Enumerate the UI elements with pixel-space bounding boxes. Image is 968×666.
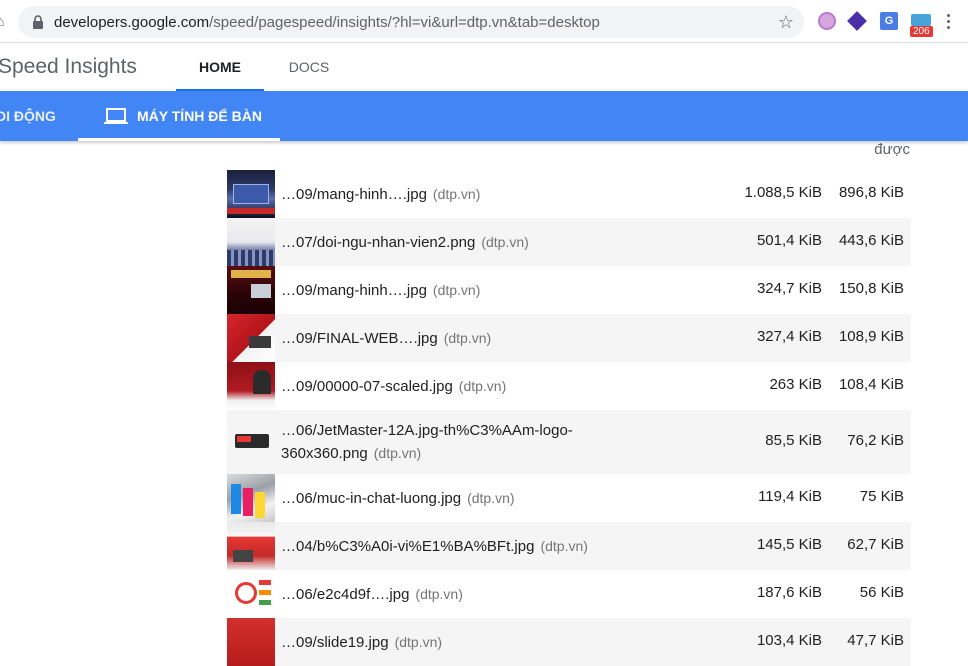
resource-url[interactable]: …06/e2c4d9f….jpg (dtp.vn) <box>281 583 463 606</box>
image-thumbnail <box>227 218 275 266</box>
resource-url[interactable]: …09/FINAL-WEB….jpg (dtp.vn) <box>281 327 491 350</box>
potential-savings: 75 KiB <box>859 488 904 505</box>
opportunity-table: …09/mang-hinh….jpg (dtp.vn) 1.088,5 KiB 8… <box>227 170 911 666</box>
resource-url[interactable]: …09/00000-07-scaled.jpg (dtp.vn) <box>281 375 506 398</box>
resource-size: 187,6 KiB <box>756 584 822 601</box>
url-text[interactable]: developers.google.com/speed/pagespeed/in… <box>54 14 600 31</box>
extension-icon-2[interactable] <box>847 11 867 31</box>
resource-url[interactable]: …06/muc-in-chat-luong.jpg (dtp.vn) <box>281 487 515 510</box>
extension-icon-1[interactable] <box>818 12 836 30</box>
resource-size: 263 KiB <box>769 376 822 393</box>
home-icon[interactable]: ⌂ <box>0 13 8 29</box>
table-row[interactable]: …09/slide19.jpg (dtp.vn) 103,4 KiB 47,7 K… <box>227 618 911 666</box>
resource-size: 103,4 KiB <box>756 632 822 649</box>
image-thumbnail <box>227 170 275 218</box>
image-thumbnail <box>227 362 275 410</box>
tab-desktop-label: MÁY TÍNH ĐỂ BÀN <box>137 108 262 124</box>
table-row[interactable]: …04/b%C3%A0i-vi%E1%BA%BFt.jpg (dtp.vn) 14… <box>227 522 911 570</box>
table-row[interactable]: …09/mang-hinh….jpg (dtp.vn) 324,7 KiB 150… <box>227 266 911 314</box>
resource-url[interactable]: …09/mang-hinh….jpg (dtp.vn) <box>281 183 480 206</box>
table-row[interactable]: …07/doi-ngu-nhan-vien2.png (dtp.vn) 501,4… <box>227 218 911 266</box>
image-thumbnail <box>227 266 275 314</box>
nav-home[interactable]: HOME <box>176 43 264 91</box>
browser-toolbar: ⌂ developers.google.com/speed/pagespeed/… <box>0 0 968 43</box>
app-header: Speed Insights HOME DOCS <box>0 43 968 91</box>
potential-savings: 896,8 KiB <box>838 184 904 201</box>
potential-savings: 47,7 KiB <box>847 632 904 649</box>
device-tab-bar: DI ĐỘNG MÁY TÍNH ĐỂ BÀN <box>0 91 968 141</box>
resource-url[interactable]: …04/b%C3%A0i-vi%E1%BA%BFt.jpg (dtp.vn) <box>281 535 588 558</box>
resource-url[interactable]: …07/doi-ngu-nhan-vien2.png (dtp.vn) <box>281 231 529 254</box>
translate-extension-icon[interactable]: G <box>880 12 898 30</box>
potential-savings: 56 KiB <box>859 584 904 601</box>
table-row[interactable]: …09/mang-hinh….jpg (dtp.vn) 1.088,5 KiB 8… <box>227 170 911 218</box>
image-thumbnail <box>227 570 275 618</box>
nav-docs[interactable]: DOCS <box>270 43 348 91</box>
resource-size: 119,4 KiB <box>758 488 822 505</box>
image-thumbnail <box>227 522 275 570</box>
table-row[interactable]: …09/00000-07-scaled.jpg (dtp.vn) 263 KiB … <box>227 362 911 410</box>
potential-savings: 76,2 KiB <box>847 432 904 449</box>
tab-desktop[interactable]: MÁY TÍNH ĐỂ BÀN <box>78 91 280 141</box>
potential-savings: 108,4 KiB <box>838 376 904 393</box>
table-row[interactable]: …06/muc-in-chat-luong.jpg (dtp.vn) 119,4 … <box>227 474 911 522</box>
savings-column-header: được <box>874 141 910 158</box>
potential-savings: 150,8 KiB <box>838 280 904 297</box>
resource-size: 501,4 KiB <box>756 232 822 249</box>
table-row[interactable]: …06/e2c4d9f….jpg (dtp.vn) 187,6 KiB 56 Ki… <box>227 570 911 618</box>
image-thumbnail <box>227 418 275 466</box>
lock-icon[interactable] <box>32 15 44 29</box>
extension-badge: 206 <box>910 26 933 37</box>
resource-url[interactable]: …09/slide19.jpg (dtp.vn) <box>281 631 442 654</box>
resource-url[interactable]: …06/JetMaster-12A.jpg-th%C3%AAm-logo- 360… <box>281 420 573 465</box>
laptop-icon <box>104 108 128 124</box>
tab-mobile[interactable]: DI ĐỘNG <box>0 91 56 141</box>
table-row[interactable]: …09/FINAL-WEB….jpg (dtp.vn) 327,4 KiB 108… <box>227 314 911 362</box>
resource-size: 324,7 KiB <box>756 280 822 297</box>
bookmark-star-icon[interactable]: ☆ <box>778 12 794 33</box>
image-thumbnail <box>227 474 275 522</box>
resource-url[interactable]: …09/mang-hinh….jpg (dtp.vn) <box>281 279 480 302</box>
menu-dots-icon[interactable] <box>945 12 965 30</box>
resource-size: 1.088,5 KiB <box>744 184 822 201</box>
image-thumbnail <box>227 618 275 666</box>
resource-size: 327,4 KiB <box>756 328 822 345</box>
extension-icon-4[interactable] <box>911 14 931 26</box>
image-thumbnail <box>227 314 275 362</box>
address-bar[interactable]: developers.google.com/speed/pagespeed/in… <box>18 6 804 38</box>
resource-size: 145,5 KiB <box>756 536 822 553</box>
potential-savings: 108,9 KiB <box>838 328 904 345</box>
app-title: Speed Insights <box>0 55 137 78</box>
resource-size: 85,5 KiB <box>765 432 822 449</box>
potential-savings: 62,7 KiB <box>847 536 904 553</box>
potential-savings: 443,6 KiB <box>838 232 904 249</box>
table-row[interactable]: …06/JetMaster-12A.jpg-th%C3%AAm-logo- 360… <box>227 410 911 474</box>
